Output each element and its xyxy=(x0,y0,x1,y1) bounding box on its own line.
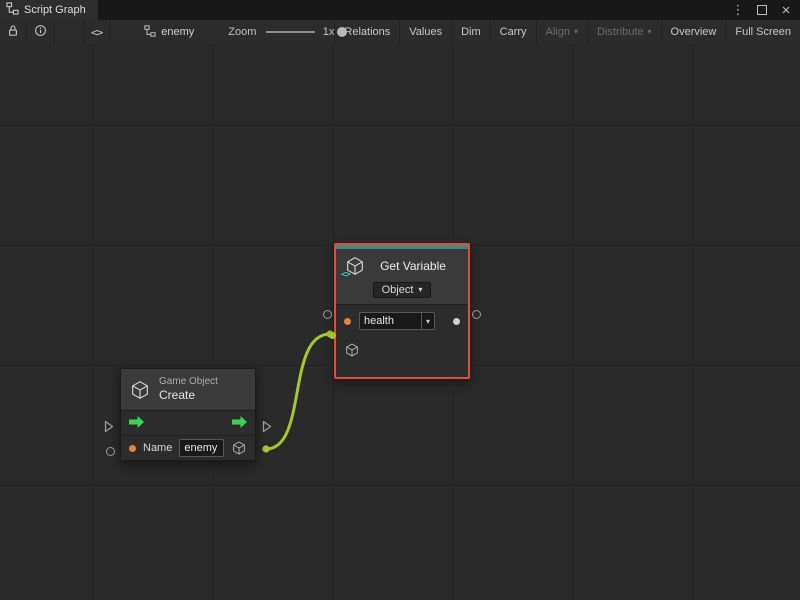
game-object-output-icon xyxy=(231,440,247,456)
carry-button[interactable]: Carry xyxy=(490,20,536,44)
graph-name-label: enemy xyxy=(161,26,194,38)
script-graph-icon xyxy=(6,2,19,18)
lock-button[interactable] xyxy=(0,20,27,44)
value-output-dot[interactable] xyxy=(453,318,460,325)
full-screen-button[interactable]: Full Screen xyxy=(725,20,800,44)
overview-button[interactable]: Overview xyxy=(661,20,726,44)
variable-scope-dropdown[interactable]: Object ▾ xyxy=(373,282,432,298)
code-badge-icon: <> xyxy=(341,270,350,280)
zoom-slider[interactable] xyxy=(266,20,314,44)
flow-output-arrow-icon[interactable] xyxy=(232,416,247,431)
window-controls: ⋮ × xyxy=(732,2,800,18)
flow-output-port[interactable] xyxy=(262,420,272,436)
window-titlebar: Script Graph ⋮ × xyxy=(0,0,800,20)
menu-icon[interactable]: ⋮ xyxy=(732,2,744,18)
edit-source-button[interactable]: <> xyxy=(83,20,110,44)
zoom-slider-track xyxy=(266,31,314,33)
chevron-down-icon: ▾ xyxy=(648,28,652,36)
node-category: Game Object xyxy=(159,376,218,388)
name-input-port[interactable] xyxy=(106,447,115,456)
zoom-value: 1x xyxy=(323,26,335,38)
dim-button[interactable]: Dim xyxy=(451,20,490,44)
value-output-port[interactable] xyxy=(472,310,481,319)
distribute-button[interactable]: Distribute ▾ xyxy=(587,20,660,44)
code-icon: <> xyxy=(91,26,102,39)
info-icon xyxy=(34,24,47,40)
tab-title: Script Graph xyxy=(24,4,86,16)
get-variable-node-icon: <> xyxy=(344,255,366,277)
tab-script-graph[interactable]: Script Graph xyxy=(0,0,98,20)
script-graph-asset-icon xyxy=(144,25,156,40)
name-input-port[interactable] xyxy=(323,310,332,319)
param-label: Name xyxy=(143,442,172,454)
chevron-down-icon: ▾ xyxy=(418,286,422,294)
graph-toolbar: <> enemy Zoom 1x Relations Values Dim Ca… xyxy=(0,20,800,45)
node-title: Create xyxy=(159,388,218,403)
align-button[interactable]: Align ▾ xyxy=(536,20,587,44)
info-button[interactable] xyxy=(27,20,55,44)
object-input-connected-port[interactable] xyxy=(329,332,336,339)
name-field xyxy=(179,439,224,457)
chevron-down-icon: ▾ xyxy=(574,28,578,36)
game-object-node-icon xyxy=(129,379,151,401)
name-input[interactable] xyxy=(180,442,223,454)
node-create-game-object[interactable]: Game Object Create Name xyxy=(120,368,256,461)
lock-icon xyxy=(7,24,19,40)
connection-wire[interactable] xyxy=(266,334,330,449)
maximize-icon[interactable] xyxy=(756,2,768,18)
chevron-down-icon[interactable]: ▾ xyxy=(421,313,434,329)
values-button[interactable]: Values xyxy=(399,20,451,44)
close-icon[interactable]: × xyxy=(780,2,792,18)
graph-canvas[interactable]: <> Get Variable Object ▾ ▾ xyxy=(0,44,800,600)
variable-scope-label: Object xyxy=(382,284,414,296)
flow-input-port[interactable] xyxy=(104,420,114,436)
node-get-variable[interactable]: <> Get Variable Object ▾ ▾ xyxy=(334,243,470,379)
name-input-dot[interactable] xyxy=(129,445,136,452)
variable-name-input[interactable] xyxy=(360,315,421,327)
name-input-dot[interactable] xyxy=(344,318,351,325)
toolbar-buttons: Relations Values Dim Carry Align ▾ Distr… xyxy=(334,20,800,44)
graph-asset[interactable]: enemy xyxy=(144,25,194,40)
wire-start-dot xyxy=(262,445,269,452)
object-input-icon xyxy=(344,342,360,358)
zoom-label: Zoom xyxy=(228,26,256,38)
node-title: Get Variable xyxy=(366,259,460,273)
variable-name-field: ▾ xyxy=(359,312,435,330)
flow-input-arrow-icon[interactable] xyxy=(129,416,144,431)
